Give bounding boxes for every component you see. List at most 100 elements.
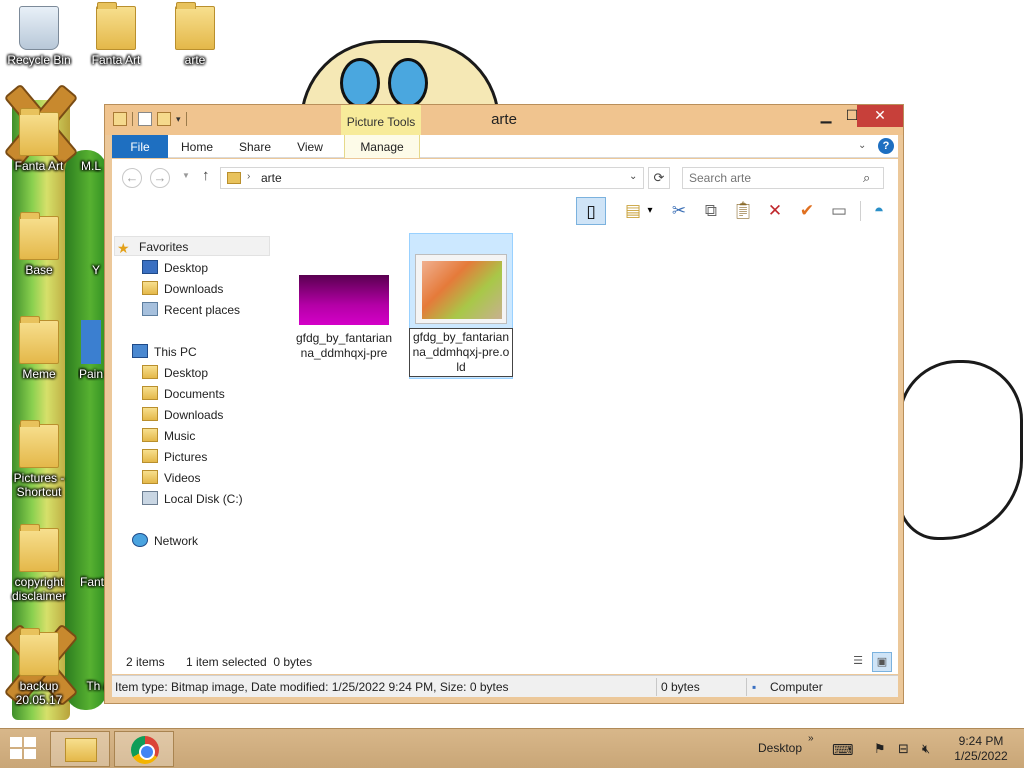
desktop-icon-meme[interactable]: Meme — [2, 316, 76, 381]
title-bar[interactable]: ▾ Picture Tools arte ▁ ☐ ✕ — [105, 105, 903, 135]
network-status-icon[interactable]: ⊟ — [898, 741, 909, 757]
search-icon[interactable]: ⌕ — [863, 170, 870, 186]
wallpaper-cartoon-hand — [898, 360, 1023, 540]
clock-date: 1/25/2022 — [954, 749, 1008, 763]
separator — [185, 112, 187, 126]
nav-network[interactable]: Network — [132, 531, 198, 551]
desktop-icon-recycle-bin[interactable]: Recycle Bin — [2, 6, 76, 67]
up-button[interactable]: ↑ — [202, 167, 210, 184]
desktop-toolbar-label[interactable]: Desktop — [758, 741, 802, 755]
folder-icon — [227, 172, 241, 184]
start-button[interactable] — [10, 737, 38, 761]
properties-button[interactable]: ✔ — [792, 197, 822, 225]
search-box[interactable]: ⌕ — [682, 167, 884, 189]
folder-icon — [142, 386, 158, 400]
nav-label: Favorites — [139, 240, 189, 254]
downloads-icon — [142, 281, 158, 295]
new-folder-icon[interactable] — [157, 112, 171, 126]
tab-share[interactable]: Share — [234, 135, 276, 158]
nav-pc-videos[interactable]: Videos — [142, 468, 200, 488]
folder-icon — [142, 365, 158, 379]
nav-label: Pictures — [164, 450, 208, 464]
delete-button[interactable]: ✕ — [760, 197, 790, 225]
tab-file[interactable]: File — [112, 135, 168, 158]
desktop-icon-arte[interactable]: arte — [158, 2, 232, 67]
nav-pc-music[interactable]: Music — [142, 426, 195, 446]
copy-button[interactable]: ⧉ — [696, 197, 726, 225]
action-center-icon[interactable]: ⚑ — [874, 741, 886, 757]
desktop-icon-label: Pictures - Shortcut — [13, 471, 65, 499]
volume-muted-icon[interactable]: 🔇︎ — [922, 741, 930, 757]
nav-favorites-recent-places[interactable]: Recent places — [142, 300, 240, 320]
file-item[interactable]: gfdg_by_fantarianna_ddmhqxj-pre — [292, 233, 396, 373]
nav-favorites-desktop[interactable]: Desktop — [142, 258, 208, 278]
desktop-icon-pictures-shortcut[interactable]: Pictures - Shortcut — [2, 420, 76, 499]
desktop-icon-base[interactable]: Base — [2, 212, 76, 277]
nav-pc-local-disk[interactable]: Local Disk (C:) — [142, 489, 243, 509]
large-icons-view-button[interactable]: ▣ — [872, 652, 892, 672]
chevron-right-icon[interactable]: » — [808, 733, 814, 744]
properties-icon[interactable] — [138, 112, 152, 126]
nav-pc-documents[interactable]: Documents — [142, 384, 225, 404]
desktop-icon-fant[interactable]: Fant — [80, 528, 104, 589]
close-button[interactable]: ✕ — [857, 105, 903, 127]
details-view-button[interactable]: ☰ — [848, 652, 868, 672]
desktop-icon-label: Fanta Art — [14, 159, 64, 173]
cut-icon: ✂ — [671, 201, 687, 220]
computer-icon: ▪ — [752, 680, 757, 694]
address-bar[interactable]: › arte ⌄ — [220, 167, 644, 189]
minimize-button[interactable]: ▁ — [813, 105, 839, 127]
file-item-selected[interactable]: gfdg_by_fantarianna_ddmhqxj-pre.old — [409, 233, 513, 379]
refresh-button[interactable]: ⟳ — [648, 167, 670, 189]
desktop-icon-y[interactable]: Y — [88, 216, 104, 277]
paint-icon — [81, 320, 101, 364]
shell-button[interactable]: ◓ — [864, 197, 894, 225]
desktop-icon-copyright-disclaimer[interactable]: copyright disclaimer — [2, 524, 76, 603]
picture-tools-label: Picture Tools — [341, 105, 421, 135]
item-count: 2 items — [126, 655, 165, 669]
folder-icon — [78, 112, 104, 156]
taskbar-chrome[interactable] — [114, 731, 174, 767]
desktop-icon-ml[interactable]: M.L — [76, 112, 106, 173]
folder-check-icon: ▤ — [624, 201, 642, 220]
customize-qat-icon[interactable]: ▾ — [176, 114, 181, 125]
back-button[interactable]: ← — [122, 168, 142, 188]
cut-button[interactable]: ✂ — [664, 197, 694, 225]
preview-pane-button[interactable]: ▯ — [576, 197, 606, 225]
organize-dropdown[interactable]: ▾ — [642, 197, 658, 225]
nav-label: This PC — [154, 345, 197, 359]
desktop-icon-fanta-art[interactable]: Fanta Art — [79, 2, 153, 67]
desktop-icon-paint[interactable]: Pain — [78, 320, 104, 381]
nav-pc-downloads[interactable]: Downloads — [142, 405, 223, 425]
chevron-down-icon[interactable]: ⌄ — [629, 171, 637, 182]
clock[interactable]: 9:24 PM 1/25/2022 — [946, 734, 1016, 764]
tab-manage[interactable]: Manage — [344, 135, 420, 158]
expand-ribbon-icon[interactable]: ⌄ — [858, 140, 866, 151]
windows-logo-icon — [10, 749, 22, 759]
help-icon[interactable]: ? — [878, 138, 894, 154]
folder-icon — [19, 108, 59, 156]
window-title: arte — [491, 111, 517, 128]
rename-button[interactable]: ▭ — [824, 197, 854, 225]
address-path[interactable]: arte — [261, 171, 282, 185]
nav-favorites-downloads[interactable]: Downloads — [142, 279, 223, 299]
keyboard-icon[interactable]: ⌨ — [832, 741, 854, 759]
taskbar-file-explorer[interactable] — [50, 731, 110, 767]
desktop-icon-backup[interactable]: backup 20.05.17 — [2, 628, 76, 707]
chevron-right-icon[interactable]: › — [247, 171, 250, 182]
nav-pc-pictures[interactable]: Pictures — [142, 447, 207, 467]
forward-button[interactable]: → — [150, 168, 170, 188]
taskbar: Desktop » ⌨ ⚑ ⊟ 🔇︎ 9:24 PM 1/25/2022 — [0, 728, 1024, 768]
tab-home[interactable]: Home — [174, 135, 220, 158]
paste-button[interactable]: 📋︎ — [728, 197, 758, 225]
copy-icon: ⧉ — [704, 201, 718, 220]
tab-view[interactable]: View — [290, 135, 330, 158]
recent-locations-icon[interactable]: ▼ — [182, 171, 190, 180]
search-input[interactable] — [689, 170, 855, 186]
nav-this-pc[interactable]: This PC — [132, 342, 197, 362]
nav-favorites[interactable]: ★ Favorites — [114, 236, 270, 256]
nav-pc-desktop[interactable]: Desktop — [142, 363, 208, 383]
desktop-icon-fanta-art-2[interactable]: Fanta Art — [2, 108, 76, 173]
desktop-icon-label: Y — [91, 263, 100, 277]
nav-label: Network — [154, 534, 199, 548]
